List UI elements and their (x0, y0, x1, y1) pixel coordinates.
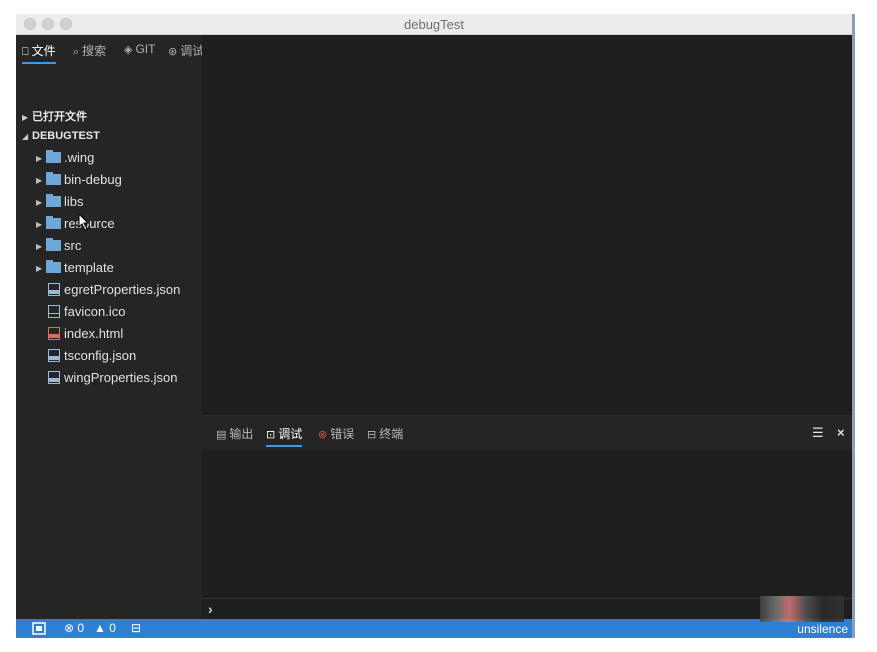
tab-files[interactable]: ⎕ 文件 (22, 42, 56, 64)
folder-icon (46, 216, 61, 230)
collapsed-arrow-icon: ▶ (36, 176, 43, 186)
collapsed-arrow-icon: ▶ (36, 198, 43, 208)
folder-icon (46, 194, 61, 208)
sidebar: ⎕ 文件 ⌕ 搜索 ◈ GIT ⊛ 调试 ▶ 已打开文件 ◢ DEBUGTEST ▶ .win… (16, 35, 202, 619)
folder-icon (46, 260, 61, 274)
tab-debug-console[interactable]: ⊡ 调试 (266, 425, 303, 447)
panel-tabs: ▤ 输出 ⊡ 调试 ⊗ 错误 ⊟ 终端 ☰ × (202, 416, 852, 450)
error-count[interactable]: ⊗ 0 (64, 621, 84, 635)
window-title: debugTest (404, 17, 464, 32)
project-section[interactable]: ◢ DEBUGTEST (22, 130, 100, 142)
tree-folder[interactable]: ▶ template (36, 260, 114, 280)
tree-file[interactable]: tsconfig.json (48, 348, 136, 368)
file-icon (48, 305, 60, 319)
tab-git[interactable]: ◈ GIT (124, 42, 155, 62)
app-window: debugTest ⎕ 文件 ⌕ 搜索 ◈ GIT ⊛ 调试 ▶ 已打开文件 ◢ DEBUG… (16, 14, 852, 638)
project-icon[interactable] (32, 622, 46, 635)
json-file-icon (48, 371, 60, 385)
html-file-icon (48, 327, 60, 341)
folder-icon (46, 172, 61, 186)
warning-icon: ▲ (94, 621, 106, 635)
collapsed-arrow-icon: ▶ (36, 264, 43, 274)
collapsed-arrow-icon: ▶ (36, 220, 43, 230)
tree-folder[interactable]: ▶ src (36, 238, 81, 258)
clear-console-icon[interactable]: ☰ (812, 425, 824, 441)
output-icon: ▤ (216, 429, 227, 441)
feedback-icon[interactable]: ⊟ (131, 621, 141, 635)
debug-console-icon: ⊡ (266, 429, 276, 441)
editor-area[interactable] (202, 35, 852, 415)
folder-icon (46, 150, 61, 164)
bottom-panel: ▤ 输出 ⊡ 调试 ⊗ 错误 ⊟ 终端 ☰ × › (202, 415, 852, 620)
folder-icon (46, 238, 61, 252)
avatar (760, 596, 844, 622)
close-panel-icon[interactable]: × (837, 425, 845, 440)
file-icon: ⎕ (22, 46, 29, 58)
search-icon: ⌕ (73, 46, 80, 58)
tree-file[interactable]: egretProperties.json (48, 282, 180, 302)
desktop-edge (852, 14, 855, 638)
git-icon: ◈ (124, 44, 133, 56)
status-bar: ⊗ 0 ▲ 0 ⊟ unsilence (16, 619, 852, 638)
json-file-icon (48, 283, 60, 297)
tab-terminal[interactable]: ⊟ 终端 (367, 425, 403, 445)
tree-file[interactable]: wingProperties.json (48, 370, 177, 390)
tab-errors[interactable]: ⊗ 错误 (318, 425, 354, 445)
tree-folder[interactable]: ▶ bin-debug (36, 172, 122, 192)
collapsed-arrow-icon: ▶ (36, 154, 43, 164)
tree-folder[interactable]: ▶ resource (36, 216, 115, 236)
open-files-section[interactable]: ▶ 已打开文件 (22, 108, 87, 124)
terminal-icon: ⊟ (367, 429, 377, 441)
tree-file[interactable]: index.html (48, 326, 123, 346)
json-file-icon (48, 349, 60, 363)
tree-folder[interactable]: ▶ .wing (36, 150, 94, 170)
title-bar: debugTest (16, 14, 852, 35)
tab-output[interactable]: ▤ 输出 (216, 425, 253, 445)
tree-folder[interactable]: ▶ libs (36, 194, 84, 214)
tab-debug[interactable]: ⊛ 调试 (168, 42, 202, 62)
mouse-cursor-icon (78, 213, 90, 231)
warning-count[interactable]: ▲ 0 (94, 621, 116, 635)
debug-console-input[interactable]: › (202, 598, 852, 621)
user-name[interactable]: unsilence (797, 622, 848, 636)
collapsed-arrow-icon: ▶ (22, 113, 29, 122)
debug-icon: ⊛ (168, 46, 178, 58)
prompt-icon: › (208, 601, 213, 617)
collapsed-arrow-icon: ▶ (36, 242, 43, 252)
tree-file[interactable]: favicon.ico (48, 304, 125, 324)
sidebar-tabs: ⎕ 文件 ⌕ 搜索 ◈ GIT ⊛ 调试 (16, 35, 202, 67)
error-icon: ⊗ (318, 429, 328, 441)
expanded-arrow-icon: ◢ (22, 132, 29, 141)
error-circle-icon: ⊗ (64, 621, 75, 635)
tab-search[interactable]: ⌕ 搜索 (73, 42, 106, 62)
